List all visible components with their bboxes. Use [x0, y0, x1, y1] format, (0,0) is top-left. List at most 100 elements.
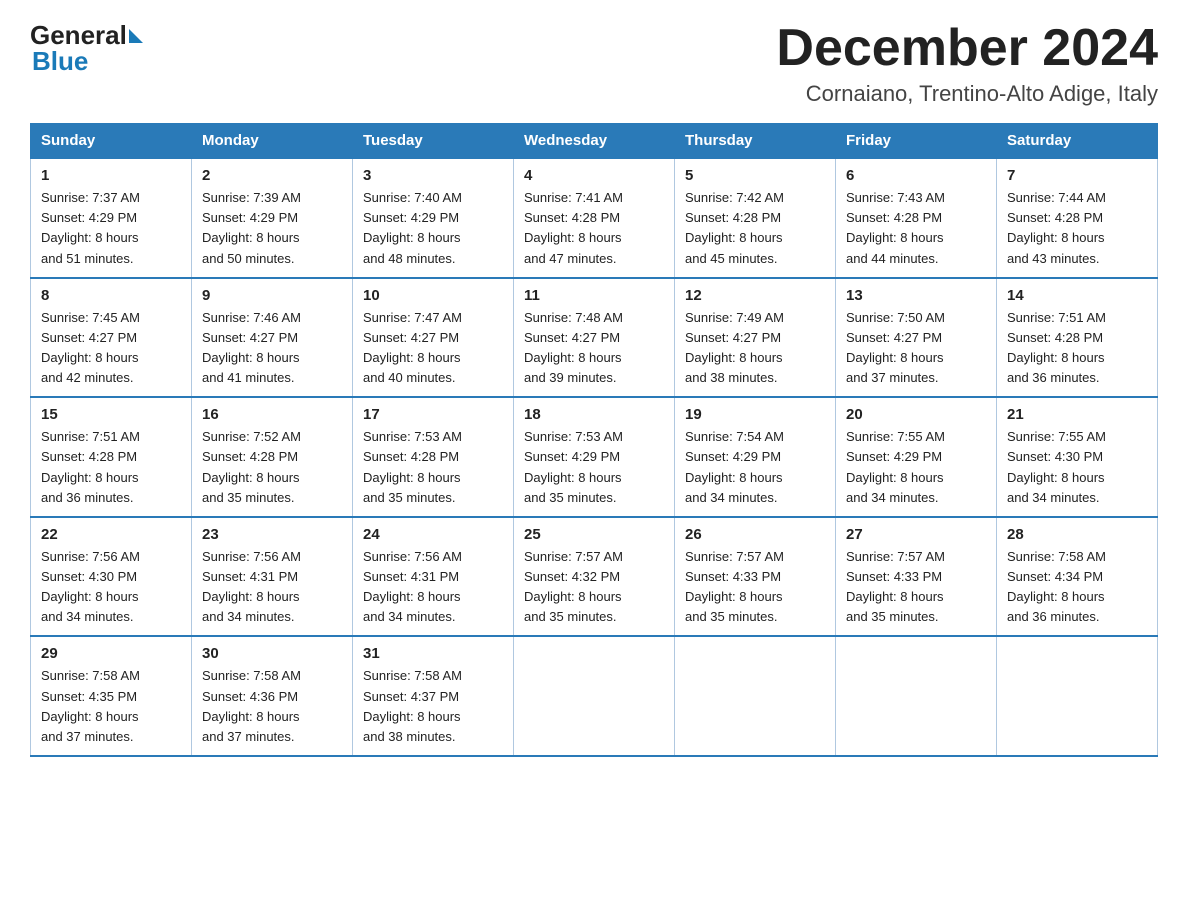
day-number: 26 — [685, 526, 825, 543]
calendar-cell: 29 Sunrise: 7:58 AM Sunset: 4:35 PM Dayl… — [31, 636, 192, 756]
logo-blue: Blue — [32, 46, 143, 77]
day-number: 4 — [524, 167, 664, 184]
day-info: Sunrise: 7:57 AM Sunset: 4:33 PM Dayligh… — [685, 547, 825, 628]
day-number: 16 — [202, 406, 342, 423]
calendar-header-row: Sunday Monday Tuesday Wednesday Thursday… — [31, 124, 1158, 159]
day-info: Sunrise: 7:49 AM Sunset: 4:27 PM Dayligh… — [685, 308, 825, 389]
day-info: Sunrise: 7:58 AM Sunset: 4:35 PM Dayligh… — [41, 666, 181, 747]
calendar-cell: 30 Sunrise: 7:58 AM Sunset: 4:36 PM Dayl… — [192, 636, 353, 756]
calendar-cell — [514, 636, 675, 756]
header: General Blue December 2024 Cornaiano, Tr… — [30, 20, 1158, 107]
calendar-cell: 22 Sunrise: 7:56 AM Sunset: 4:30 PM Dayl… — [31, 517, 192, 637]
day-info: Sunrise: 7:53 AM Sunset: 4:29 PM Dayligh… — [524, 427, 664, 508]
day-info: Sunrise: 7:46 AM Sunset: 4:27 PM Dayligh… — [202, 308, 342, 389]
day-number: 22 — [41, 526, 181, 543]
calendar-cell: 11 Sunrise: 7:48 AM Sunset: 4:27 PM Dayl… — [514, 278, 675, 398]
calendar-cell — [997, 636, 1158, 756]
header-friday: Friday — [836, 124, 997, 159]
calendar-cell: 7 Sunrise: 7:44 AM Sunset: 4:28 PM Dayli… — [997, 158, 1158, 278]
day-number: 13 — [846, 287, 986, 304]
day-number: 21 — [1007, 406, 1147, 423]
calendar-cell: 21 Sunrise: 7:55 AM Sunset: 4:30 PM Dayl… — [997, 397, 1158, 517]
day-number: 17 — [363, 406, 503, 423]
day-info: Sunrise: 7:44 AM Sunset: 4:28 PM Dayligh… — [1007, 188, 1147, 269]
day-number: 27 — [846, 526, 986, 543]
day-number: 2 — [202, 167, 342, 184]
day-info: Sunrise: 7:58 AM Sunset: 4:36 PM Dayligh… — [202, 666, 342, 747]
calendar-week-5: 29 Sunrise: 7:58 AM Sunset: 4:35 PM Dayl… — [31, 636, 1158, 756]
day-info: Sunrise: 7:41 AM Sunset: 4:28 PM Dayligh… — [524, 188, 664, 269]
day-number: 18 — [524, 406, 664, 423]
calendar-cell: 26 Sunrise: 7:57 AM Sunset: 4:33 PM Dayl… — [675, 517, 836, 637]
calendar-cell — [675, 636, 836, 756]
day-info: Sunrise: 7:51 AM Sunset: 4:28 PM Dayligh… — [41, 427, 181, 508]
calendar-cell: 2 Sunrise: 7:39 AM Sunset: 4:29 PM Dayli… — [192, 158, 353, 278]
day-info: Sunrise: 7:39 AM Sunset: 4:29 PM Dayligh… — [202, 188, 342, 269]
day-number: 10 — [363, 287, 503, 304]
day-number: 9 — [202, 287, 342, 304]
calendar-cell: 9 Sunrise: 7:46 AM Sunset: 4:27 PM Dayli… — [192, 278, 353, 398]
day-number: 15 — [41, 406, 181, 423]
day-info: Sunrise: 7:37 AM Sunset: 4:29 PM Dayligh… — [41, 188, 181, 269]
calendar-cell: 20 Sunrise: 7:55 AM Sunset: 4:29 PM Dayl… — [836, 397, 997, 517]
day-info: Sunrise: 7:56 AM Sunset: 4:31 PM Dayligh… — [202, 547, 342, 628]
logo: General Blue — [30, 20, 143, 77]
day-info: Sunrise: 7:55 AM Sunset: 4:30 PM Dayligh… — [1007, 427, 1147, 508]
day-number: 29 — [41, 645, 181, 662]
calendar-cell: 31 Sunrise: 7:58 AM Sunset: 4:37 PM Dayl… — [353, 636, 514, 756]
day-info: Sunrise: 7:50 AM Sunset: 4:27 PM Dayligh… — [846, 308, 986, 389]
day-info: Sunrise: 7:43 AM Sunset: 4:28 PM Dayligh… — [846, 188, 986, 269]
calendar-cell — [836, 636, 997, 756]
day-info: Sunrise: 7:57 AM Sunset: 4:32 PM Dayligh… — [524, 547, 664, 628]
calendar-cell: 28 Sunrise: 7:58 AM Sunset: 4:34 PM Dayl… — [997, 517, 1158, 637]
calendar-cell: 6 Sunrise: 7:43 AM Sunset: 4:28 PM Dayli… — [836, 158, 997, 278]
day-number: 7 — [1007, 167, 1147, 184]
day-info: Sunrise: 7:58 AM Sunset: 4:37 PM Dayligh… — [363, 666, 503, 747]
day-number: 6 — [846, 167, 986, 184]
calendar-cell: 16 Sunrise: 7:52 AM Sunset: 4:28 PM Dayl… — [192, 397, 353, 517]
day-number: 12 — [685, 287, 825, 304]
day-number: 24 — [363, 526, 503, 543]
calendar-week-1: 1 Sunrise: 7:37 AM Sunset: 4:29 PM Dayli… — [31, 158, 1158, 278]
calendar-cell: 27 Sunrise: 7:57 AM Sunset: 4:33 PM Dayl… — [836, 517, 997, 637]
day-info: Sunrise: 7:53 AM Sunset: 4:28 PM Dayligh… — [363, 427, 503, 508]
calendar-cell: 3 Sunrise: 7:40 AM Sunset: 4:29 PM Dayli… — [353, 158, 514, 278]
day-info: Sunrise: 7:56 AM Sunset: 4:30 PM Dayligh… — [41, 547, 181, 628]
day-number: 30 — [202, 645, 342, 662]
location-subtitle: Cornaiano, Trentino-Alto Adige, Italy — [776, 81, 1158, 107]
calendar-cell: 8 Sunrise: 7:45 AM Sunset: 4:27 PM Dayli… — [31, 278, 192, 398]
calendar-cell: 5 Sunrise: 7:42 AM Sunset: 4:28 PM Dayli… — [675, 158, 836, 278]
calendar-cell: 12 Sunrise: 7:49 AM Sunset: 4:27 PM Dayl… — [675, 278, 836, 398]
calendar-cell: 25 Sunrise: 7:57 AM Sunset: 4:32 PM Dayl… — [514, 517, 675, 637]
day-number: 5 — [685, 167, 825, 184]
calendar-week-3: 15 Sunrise: 7:51 AM Sunset: 4:28 PM Dayl… — [31, 397, 1158, 517]
header-tuesday: Tuesday — [353, 124, 514, 159]
header-sunday: Sunday — [31, 124, 192, 159]
day-info: Sunrise: 7:47 AM Sunset: 4:27 PM Dayligh… — [363, 308, 503, 389]
day-number: 3 — [363, 167, 503, 184]
month-title: December 2024 — [776, 20, 1158, 77]
day-info: Sunrise: 7:54 AM Sunset: 4:29 PM Dayligh… — [685, 427, 825, 508]
day-number: 19 — [685, 406, 825, 423]
day-info: Sunrise: 7:58 AM Sunset: 4:34 PM Dayligh… — [1007, 547, 1147, 628]
day-number: 25 — [524, 526, 664, 543]
day-info: Sunrise: 7:56 AM Sunset: 4:31 PM Dayligh… — [363, 547, 503, 628]
calendar-table: Sunday Monday Tuesday Wednesday Thursday… — [30, 123, 1158, 757]
day-number: 8 — [41, 287, 181, 304]
day-info: Sunrise: 7:51 AM Sunset: 4:28 PM Dayligh… — [1007, 308, 1147, 389]
header-thursday: Thursday — [675, 124, 836, 159]
day-number: 23 — [202, 526, 342, 543]
day-number: 28 — [1007, 526, 1147, 543]
day-info: Sunrise: 7:52 AM Sunset: 4:28 PM Dayligh… — [202, 427, 342, 508]
day-info: Sunrise: 7:42 AM Sunset: 4:28 PM Dayligh… — [685, 188, 825, 269]
day-number: 1 — [41, 167, 181, 184]
day-info: Sunrise: 7:40 AM Sunset: 4:29 PM Dayligh… — [363, 188, 503, 269]
day-number: 14 — [1007, 287, 1147, 304]
calendar-cell: 23 Sunrise: 7:56 AM Sunset: 4:31 PM Dayl… — [192, 517, 353, 637]
calendar-cell: 14 Sunrise: 7:51 AM Sunset: 4:28 PM Dayl… — [997, 278, 1158, 398]
calendar-cell: 17 Sunrise: 7:53 AM Sunset: 4:28 PM Dayl… — [353, 397, 514, 517]
title-area: December 2024 Cornaiano, Trentino-Alto A… — [776, 20, 1158, 107]
day-info: Sunrise: 7:57 AM Sunset: 4:33 PM Dayligh… — [846, 547, 986, 628]
calendar-cell: 4 Sunrise: 7:41 AM Sunset: 4:28 PM Dayli… — [514, 158, 675, 278]
header-monday: Monday — [192, 124, 353, 159]
